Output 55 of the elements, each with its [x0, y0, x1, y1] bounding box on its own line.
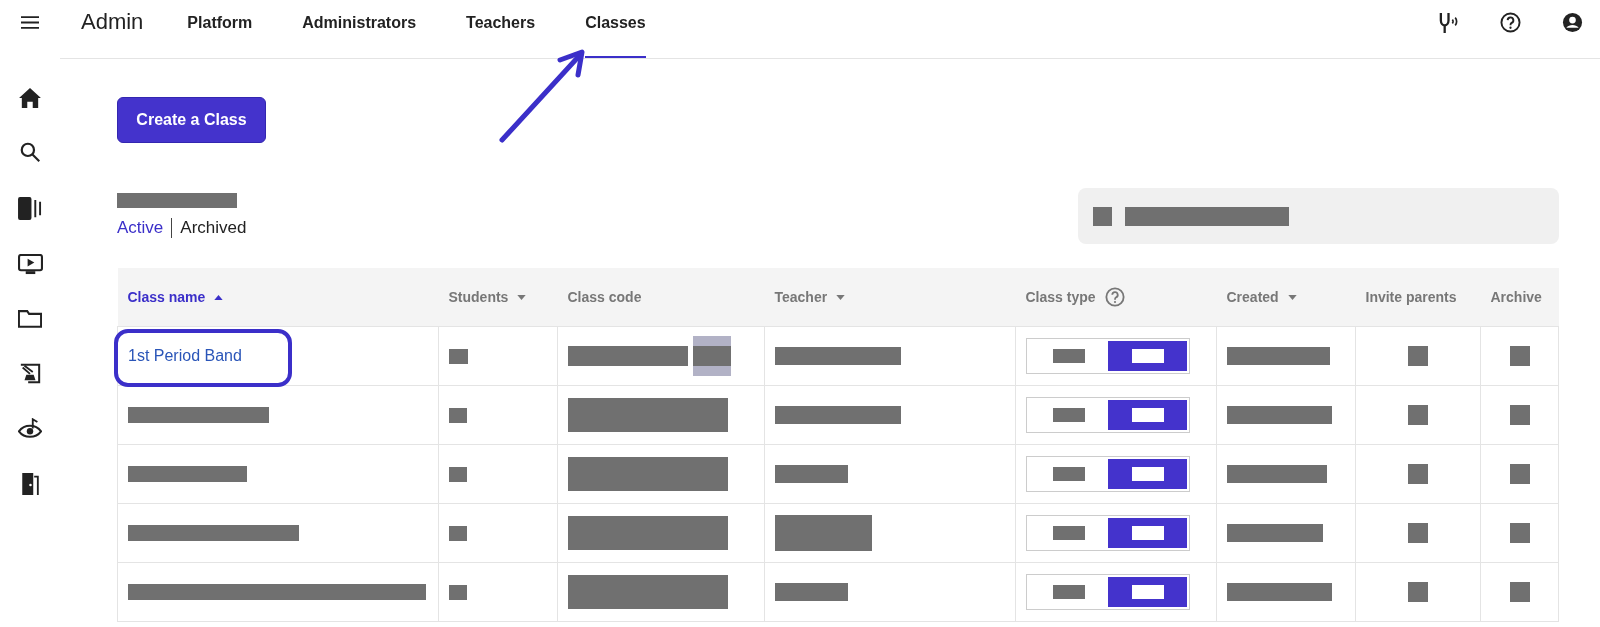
folder-icon[interactable] — [18, 309, 42, 328]
redacted-block — [1509, 464, 1530, 484]
column-header: Class type — [1025, 289, 1096, 305]
column-header[interactable]: Teacher — [774, 289, 828, 305]
class-name-link[interactable]: 1st Period Band — [128, 347, 242, 364]
redacted-block — [449, 584, 467, 600]
redacted-block — [449, 407, 467, 423]
help-icon[interactable] — [1500, 12, 1521, 33]
redacted-block — [1509, 405, 1530, 425]
column-header[interactable]: Created — [1226, 289, 1279, 305]
redacted-block — [1408, 464, 1428, 484]
redacted-block — [1408, 346, 1428, 366]
status-filter-link[interactable]: Archived — [180, 218, 247, 238]
home-icon[interactable] — [19, 88, 41, 108]
sort-down-icon[interactable] — [517, 294, 527, 300]
eye-music-icon[interactable] — [18, 418, 42, 439]
video-screen-icon[interactable] — [17, 254, 43, 275]
music-stand-icon[interactable] — [19, 362, 41, 384]
sort-down-icon[interactable] — [1287, 294, 1297, 300]
class-type-toggle[interactable] — [1026, 338, 1190, 374]
panels-icon[interactable] — [17, 197, 43, 220]
redacted-block — [1509, 523, 1530, 543]
column-header: Archive — [1490, 289, 1542, 305]
create-class-button[interactable]: Create a Class — [117, 97, 266, 143]
class-type-toggle[interactable] — [1026, 397, 1190, 433]
nav-tab[interactable]: Teachers — [466, 0, 536, 58]
status-filter-link[interactable]: Active — [117, 218, 164, 238]
door-icon[interactable] — [20, 473, 40, 495]
redacted-block — [449, 466, 467, 482]
column-header: Class code — [567, 289, 642, 305]
nav-tab[interactable]: Platform — [187, 0, 253, 58]
class-type-toggle[interactable] — [1026, 574, 1190, 610]
redacted-block — [1509, 582, 1530, 602]
search-field[interactable] — [1078, 188, 1559, 244]
redacted-block — [449, 525, 467, 541]
redacted-block — [1408, 582, 1428, 602]
sort-down-icon[interactable] — [836, 294, 846, 300]
account-icon[interactable] — [1562, 12, 1583, 33]
redacted-block — [693, 336, 731, 376]
nav-tab[interactable]: Classes — [585, 0, 646, 58]
column-header[interactable]: Class name — [127, 289, 206, 305]
class-type-toggle[interactable] — [1026, 515, 1190, 551]
search-icon[interactable] — [19, 142, 41, 163]
redacted-block — [1408, 405, 1428, 425]
column-header[interactable]: Students — [448, 289, 509, 305]
redacted-block — [449, 348, 468, 364]
nav-tab[interactable]: Administrators — [302, 0, 417, 58]
class-type-toggle[interactable] — [1026, 456, 1190, 492]
column-header: Invite parents — [1365, 289, 1457, 305]
menu-icon[interactable] — [21, 16, 39, 29]
redacted-block — [1509, 346, 1530, 366]
tuning-fork-icon[interactable] — [1438, 12, 1459, 33]
sort-up-icon[interactable] — [214, 294, 224, 300]
redacted-block — [1408, 523, 1428, 543]
app-title: Admin — [81, 8, 144, 35]
